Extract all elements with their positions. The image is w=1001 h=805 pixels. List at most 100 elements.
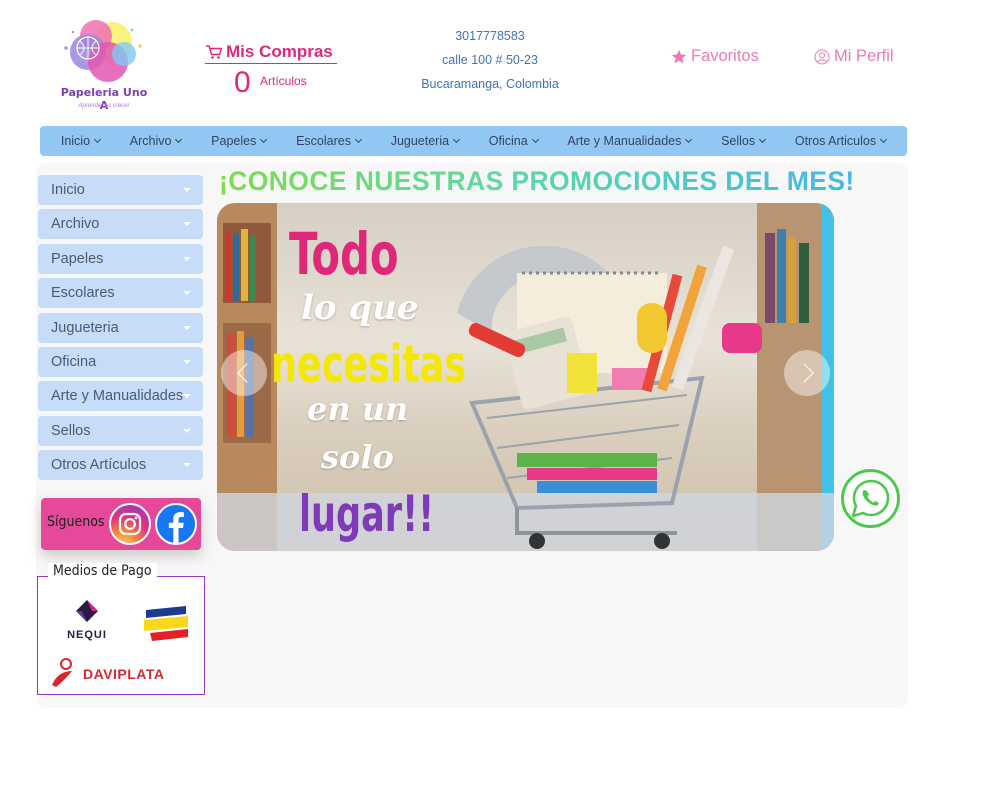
sidebar-item-otros-articulos[interactable]: Otros Artículos — [38, 450, 203, 481]
carousel-next-button[interactable] — [784, 350, 830, 396]
favorites-link[interactable]: Favoritos — [671, 47, 759, 66]
nav-item-papeles[interactable]: Papeles — [211, 134, 268, 148]
carousel-prev-button[interactable] — [221, 350, 267, 396]
sidebar-item-label: Papeles — [51, 250, 104, 267]
chevron-down-icon — [759, 135, 767, 144]
sidebar-item-label: Archivo — [51, 216, 100, 233]
chevron-down-icon — [260, 135, 268, 144]
top-navigation: Inicio Archivo Papeles Escolares Juguete… — [40, 126, 907, 156]
nav-item-oficina[interactable]: Oficina — [488, 134, 539, 148]
sidebar-item-label: Sellos — [51, 422, 91, 439]
chevron-left-icon — [237, 363, 257, 383]
sidebar-item-label: Arte y Manualidades — [51, 388, 184, 405]
cart-summary[interactable]: Mis Compras 0 Artículos — [205, 42, 337, 102]
caret-down-icon — [183, 394, 191, 399]
whatsapp-icon — [841, 469, 900, 528]
sidebar-item-label: Oficina — [51, 353, 97, 370]
bancolombia-logo — [142, 605, 190, 643]
chevron-down-icon — [880, 135, 888, 144]
nav-item-label: Inicio — [60, 134, 91, 148]
whatsapp-button[interactable] — [840, 468, 901, 529]
bancolombia-mark — [144, 606, 188, 641]
sidebar-item-escolares[interactable]: Escolares — [38, 278, 203, 309]
slide-line-en-un: en un — [307, 390, 409, 428]
slide-line-solo: solo — [321, 438, 394, 476]
social-links: Síguenos — [41, 498, 201, 550]
sidebar-item-label: Inicio — [51, 182, 85, 198]
chevron-right-icon — [794, 363, 814, 383]
caret-down-icon — [183, 291, 191, 296]
contact-city: Bucaramanga, Colombia — [421, 77, 559, 91]
contact-address: calle 100 # 50-23 — [442, 53, 538, 67]
cart-count-label: Artículos — [260, 74, 307, 88]
nequi-mark — [76, 600, 98, 622]
nav-item-label: Oficina — [488, 134, 528, 148]
facebook-glyph — [168, 512, 184, 543]
nav-item-jugueteria[interactable]: Jugueteria — [390, 134, 461, 148]
chevron-down-icon — [94, 135, 102, 144]
brand-tagline: Aprender es crecer — [78, 103, 130, 109]
chevron-down-icon — [354, 135, 363, 144]
cart-title-label: Mis Compras — [226, 42, 333, 61]
shopping-cart-icon — [206, 45, 223, 59]
chevron-down-icon — [531, 135, 539, 144]
nav-item-label: Archivo — [129, 134, 172, 148]
sidebar-item-papeles[interactable]: Papeles — [38, 243, 203, 274]
caret-down-icon — [183, 428, 191, 433]
favorites-label: Favoritos — [691, 47, 759, 65]
slide-line-lo-que: lo que — [301, 288, 419, 328]
chevron-down-icon — [685, 135, 693, 144]
payment-methods-title: Medios de Pago — [48, 563, 157, 579]
nav-item-label: Escolares — [296, 134, 351, 148]
sidebar-item-inicio[interactable]: Inicio — [38, 175, 203, 205]
nav-item-otros-articulos[interactable]: Otros Articulos — [795, 134, 888, 148]
nav-item-inicio[interactable]: Inicio — [60, 134, 102, 148]
site-header: Papeleria Uno A Aprender es crecer Mis C… — [0, 0, 1001, 122]
slide-line-todo: Todo — [289, 220, 399, 288]
payment-methods: Medios de Pago NEQUI DAVIPLATA — [37, 563, 205, 695]
contact-info: 3017778583 calle 100 # 50-23 Bucaramanga… — [400, 24, 580, 96]
sidebar-item-label: Escolares — [51, 285, 115, 302]
nav-item-sellos[interactable]: Sellos — [721, 134, 767, 148]
profile-label: Mi Perfil — [834, 47, 894, 65]
sidebar-item-arte-y-manualidades[interactable]: Arte y Manualidades — [38, 381, 203, 412]
user-icon — [814, 49, 830, 64]
profile-link[interactable]: Mi Perfil — [814, 47, 894, 66]
facebook-icon[interactable] — [155, 503, 197, 545]
brand-logo[interactable]: Papeleria Uno A Aprender es crecer — [58, 18, 150, 114]
slide-line-necesitas: necesitas — [271, 335, 467, 395]
contact-phone[interactable]: 3017778583 — [400, 24, 580, 48]
caret-down-icon — [183, 325, 191, 330]
caret-down-icon — [183, 256, 191, 261]
nav-item-label: Papeles — [211, 134, 257, 148]
chevron-down-icon — [175, 135, 183, 144]
daviplata-logo: DAVIPLATA — [48, 657, 198, 689]
cart-title[interactable]: Mis Compras — [205, 42, 337, 64]
caret-down-icon — [183, 463, 191, 468]
nav-item-escolares[interactable]: Escolares — [296, 134, 363, 148]
sidebar-item-jugueteria[interactable]: Jugueteria — [38, 312, 203, 343]
caret-down-icon — [183, 222, 191, 227]
promo-carousel[interactable]: Todo lo que necesitas en un solo lugar!! — [217, 203, 834, 551]
instagram-glyph — [118, 512, 142, 536]
cart-count: 0 — [234, 66, 251, 99]
nequi-label: NEQUI — [67, 629, 107, 641]
nav-item-label: Jugueteria — [390, 134, 450, 148]
nav-item-arte-y-manualidades[interactable]: Arte y Manualidades — [567, 134, 693, 148]
chevron-down-icon — [453, 135, 461, 144]
nav-item-label: Arte y Manualidades — [567, 134, 682, 148]
instagram-icon[interactable] — [109, 503, 151, 545]
sidebar-item-sellos[interactable]: Sellos — [38, 415, 203, 446]
caret-down-icon — [183, 359, 191, 364]
daviplata-label: DAVIPLATA — [83, 666, 165, 682]
sidebar-item-label: Otros Artículos — [51, 457, 147, 474]
sidebar-menu: Inicio Archivo Papeles Escolares Juguete… — [38, 175, 203, 485]
logo-graphic — [64, 20, 142, 82]
sidebar-item-oficina[interactable]: Oficina — [38, 346, 203, 377]
star-icon — [671, 49, 687, 63]
sidebar-item-archivo[interactable]: Archivo — [38, 209, 203, 240]
nequi-logo: NEQUI — [62, 599, 112, 645]
caret-down-icon — [183, 188, 191, 192]
nav-item-archivo[interactable]: Archivo — [129, 134, 183, 148]
social-label: Síguenos — [47, 514, 105, 530]
